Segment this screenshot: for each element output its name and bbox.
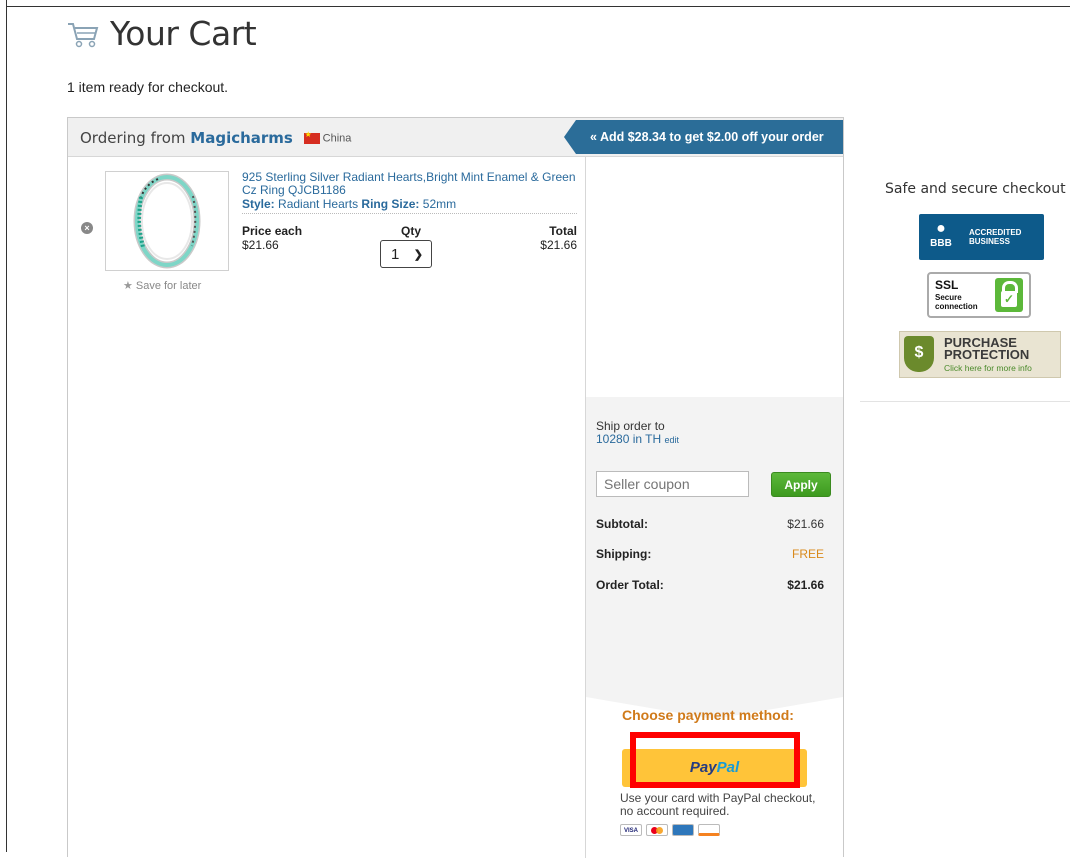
item-total: Total $21.66 [540,224,577,252]
payment-method-title: Choose payment method: [622,707,794,723]
quantity: Qty 1 ❯ [380,224,434,268]
ordering-from-label: Ordering from [80,129,186,147]
product-info: 925 Sterling Silver Radiant Hearts,Brigh… [242,171,577,284]
purchase-protection-title: PURCHASE PROTECTION [944,336,1030,362]
subtotal-value: $21.66 [787,517,824,531]
mastercard-icon [646,824,668,836]
ssl-badge[interactable]: SSL Secure connection [927,272,1031,318]
bbb-badge[interactable]: ● BBB ACCREDITED BUSINESS [919,214,1044,260]
shield-dollar-icon: $ [904,336,934,372]
secure-checkout-panel: Safe and secure checkout ● BBB ACCREDITED… [860,173,1070,402]
seller-coupon-input[interactable] [596,471,749,497]
ship-to-value: 10280 in TH [596,432,662,446]
ship-to-address: 10280 in TH edit [596,432,679,446]
shipping-value: FREE [791,547,824,561]
order-box: Ordering from Magicharms China « Add $28… [67,117,844,858]
seller-country: China [322,132,352,145]
order-total-value: $21.66 [787,578,824,592]
page-title: Your Cart [110,14,257,53]
ssl-title: SSL [935,278,959,292]
lock-icon [995,278,1023,312]
paypal-note: Use your card with PayPal checkout, no a… [620,791,816,818]
price-each-value: $21.66 [242,238,279,252]
order-total-row: Order Total: $21.66 [596,578,824,592]
ordering-from: Ordering from Magicharms China [80,129,351,147]
product-thumbnail[interactable] [105,171,229,271]
product-name-link[interactable]: 925 Sterling Silver Radiant Hearts,Brigh… [242,171,577,197]
page-frame-left [6,0,7,852]
edit-address-link[interactable]: edit [665,435,680,445]
page-header: Your Cart [66,14,257,53]
subtotal-row: Subtotal: $21.66 [596,517,824,531]
purchase-protection-badge[interactable]: $ PURCHASE PROTECTION Click here for mor… [899,331,1061,378]
promo-banner[interactable]: « Add $28.34 to get $2.00 off your order [564,120,843,154]
cart-icon [68,22,99,47]
order-header: Ordering from Magicharms China « Add $28… [68,118,843,157]
bbb-logo-text: BBB [930,238,952,249]
ssl-text: Secure connection [935,293,978,311]
amex-card-icon [672,824,694,836]
secure-checkout-heading: Safe and secure checkout [885,181,1066,197]
page-frame-top [6,6,1070,7]
ssl-line1: Secure [935,293,962,302]
visa-card-icon: VISA [620,824,642,836]
bbb-text: ACCREDITED BUSINESS [969,228,1021,246]
price-each-label: Price each [242,224,303,238]
highlight-box [630,732,800,788]
bbb-logo-icon: ● BBB [930,220,952,249]
style-value: Radiant Hearts [278,197,359,211]
price-row: Price each $21.66 Qty 1 ❯ Total $21.66 [242,224,577,284]
seller-link[interactable]: Magicharms [190,129,293,147]
shipping-row: Shipping: FREE [596,547,824,561]
style-label: Style: [242,197,275,211]
order-total-label: Order Total: [596,578,664,592]
bbb-line2: BUSINESS [969,237,1010,246]
total-value: $21.66 [540,238,577,252]
product-variant: Style: Radiant Hearts Ring Size: 52mm [242,197,577,211]
order-summary: Ship order to 10280 in TH edit Apply Sub… [586,397,843,697]
qty-label: Qty [400,224,421,238]
checkout-ready-text: 1 item ready for checkout. [67,79,229,95]
dotted-divider [242,213,577,214]
save-for-later-link[interactable]: ★ Save for later [123,279,201,292]
discover-card-icon [698,824,720,836]
apply-coupon-button[interactable]: Apply [771,472,831,497]
total-label: Total [549,224,577,238]
bbb-line1: ACCREDITED [969,228,1022,237]
chevron-down-icon: ❯ [413,248,423,261]
size-label: Ring Size: [361,197,420,211]
remove-item-icon[interactable]: × [81,222,93,234]
shipping-label: Shipping: [596,547,652,561]
pp-line2: PROTECTION [944,347,1030,362]
qty-select[interactable]: 1 ❯ [380,240,432,268]
save-for-later-label: Save for later [135,280,202,292]
china-flag-icon [303,130,320,144]
ring-image [133,173,201,269]
qty-value: 1 [391,245,400,263]
card-logos: VISA [620,824,720,836]
price-each: Price each $21.66 [242,224,302,252]
ssl-line2: connection [935,302,978,311]
ship-to-label: Ship order to [596,419,665,433]
size-value: 52mm [422,197,457,211]
star-icon: ★ [123,280,133,292]
subtotal-label: Subtotal: [596,517,648,531]
pp-more-info: Click here for more info [944,363,1032,373]
